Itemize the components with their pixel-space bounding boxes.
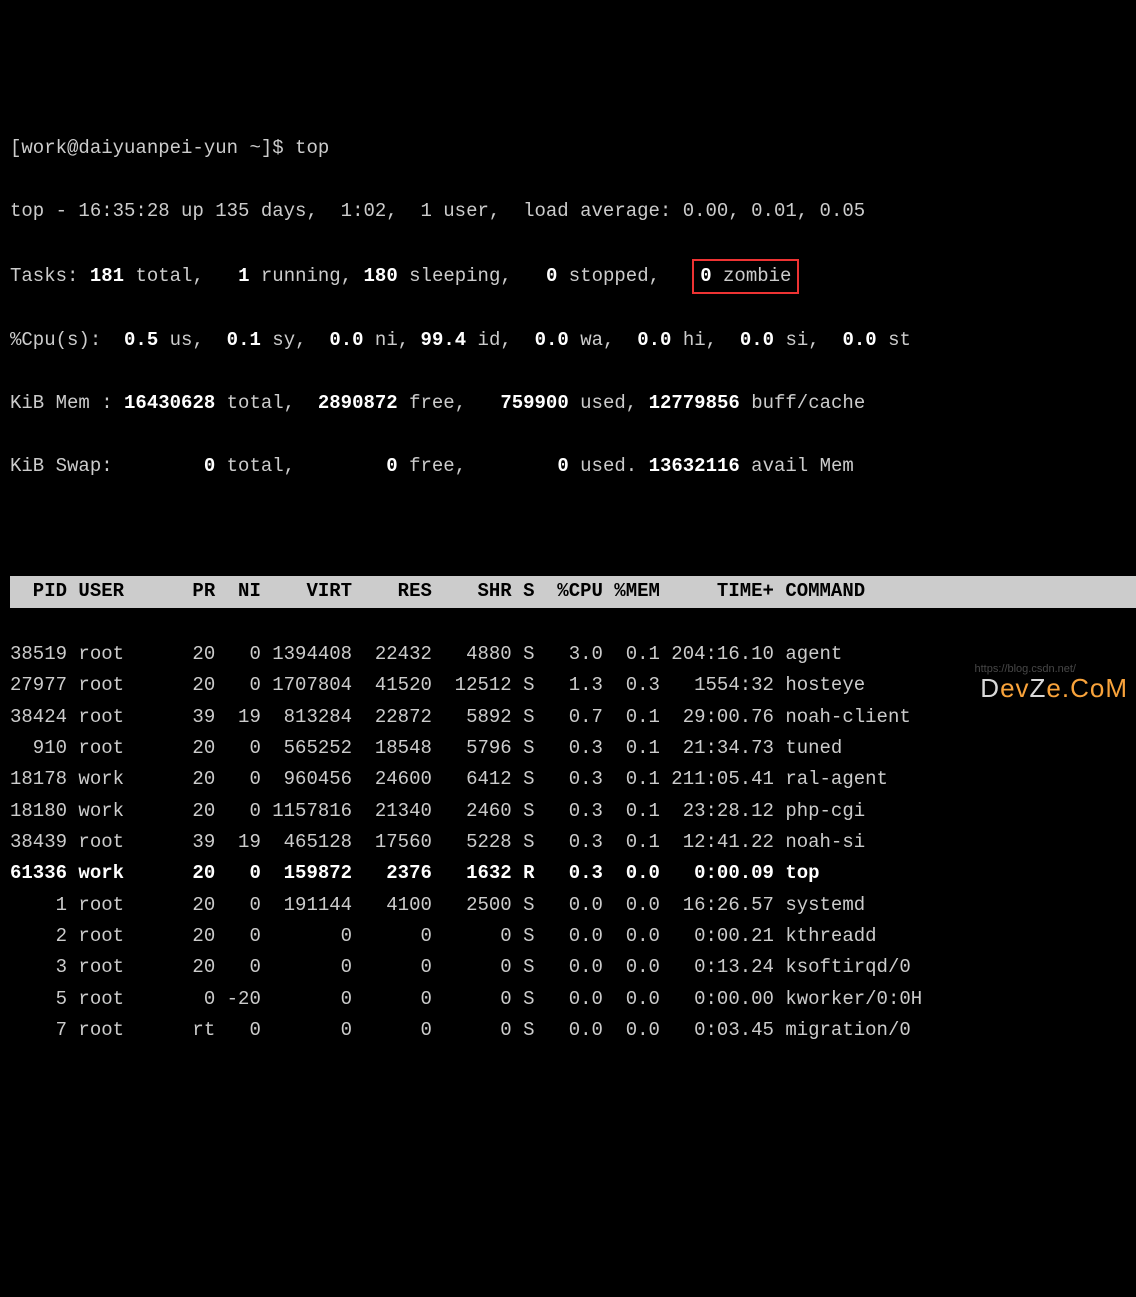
top-cpu-line: %Cpu(s): 0.5 us, 0.1 sy, 0.0 ni, 99.4 id… (10, 325, 1136, 356)
process-row: 38424 root 39 19 813284 22872 5892 S 0.7… (10, 702, 1136, 733)
process-row: 38519 root 20 0 1394408 22432 4880 S 3.0… (10, 639, 1136, 670)
process-row: 1 root 20 0 191144 4100 2500 S 0.0 0.0 1… (10, 890, 1136, 921)
process-table-body: 38519 root 20 0 1394408 22432 4880 S 3.0… (10, 639, 1136, 1046)
top-tasks-line: Tasks: 181 total, 1 running, 180 sleepin… (10, 259, 1136, 294)
process-row: 7 root rt 0 0 0 0 S 0.0 0.0 0:03.45 migr… (10, 1015, 1136, 1046)
watermark-logo: DevZe.CoM (980, 667, 1128, 710)
top-summary-line1: top - 16:35:28 up 135 days, 1:02, 1 user… (10, 196, 1136, 227)
process-row: 3 root 20 0 0 0 0 S 0.0 0.0 0:13.24 ksof… (10, 952, 1136, 983)
process-row: 18178 work 20 0 960456 24600 6412 S 0.3 … (10, 764, 1136, 795)
process-row: 61336 work 20 0 159872 2376 1632 R 0.3 0… (10, 858, 1136, 889)
zombie-highlight: 0 zombie (692, 259, 799, 294)
process-row: 910 root 20 0 565252 18548 5796 S 0.3 0.… (10, 733, 1136, 764)
top-mem-line: KiB Mem : 16430628 total, 2890872 free, … (10, 388, 1136, 419)
top-swap-line: KiB Swap: 0 total, 0 free, 0 used. 13632… (10, 451, 1136, 482)
shell-prompt: [work@daiyuanpei-yun ~]$ top (10, 133, 1136, 164)
process-row: 2 root 20 0 0 0 0 S 0.0 0.0 0:00.21 kthr… (10, 921, 1136, 952)
process-row: 38439 root 39 19 465128 17560 5228 S 0.3… (10, 827, 1136, 858)
process-row: 18180 work 20 0 1157816 21340 2460 S 0.3… (10, 796, 1136, 827)
process-row: 5 root 0 -20 0 0 0 S 0.0 0.0 0:00.00 kwo… (10, 984, 1136, 1015)
process-table-header: PID USER PR NI VIRT RES SHR S %CPU %MEM … (10, 576, 1136, 607)
process-row: 27977 root 20 0 1707804 41520 12512 S 1.… (10, 670, 1136, 701)
